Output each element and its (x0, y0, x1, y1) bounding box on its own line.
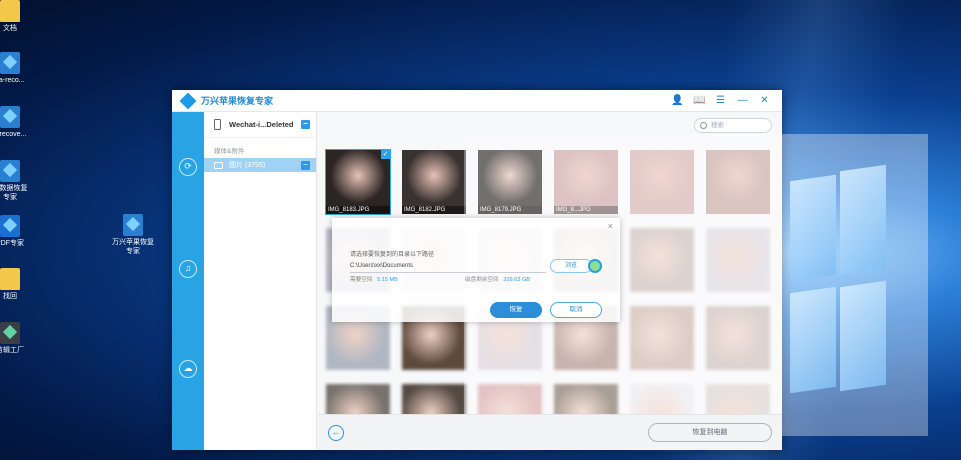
desktop-icon-label: 万兴苹果恢复 专家 (112, 239, 154, 255)
mouse-cursor-icon (588, 259, 602, 273)
selected-check-icon: ✓ (381, 150, 390, 159)
recover-dialog: × 请选择要恢复到的目录以下路径 C:\Users\xx\Documents 浏… (332, 218, 620, 322)
app-icon (0, 52, 20, 74)
app-title: 万兴苹果恢复专家 (201, 96, 274, 106)
desktop-icon[interactable]: ita-reco... (0, 52, 32, 85)
browse-button[interactable]: 浏览 (550, 259, 592, 273)
app-logo-icon (179, 92, 197, 109)
space-info: 需要空间 5.15 MB 磁盘剩余空间 329.63 GB (350, 275, 570, 283)
dialog-close-icon[interactable]: × (608, 221, 613, 231)
app-icon (0, 106, 20, 128)
desktop-icon[interactable]: 文档 (0, 0, 32, 33)
cancel-button[interactable]: 取消 (550, 302, 602, 318)
device-name: Wechat-i...Deleted (229, 120, 294, 129)
app-icon (123, 214, 143, 236)
group-label: 媒体&附件 (214, 148, 245, 155)
title-bar: 万兴苹果恢复专家 👤 📖 ☰ — ✕ (172, 90, 782, 112)
user-icon[interactable]: 👤 (671, 95, 683, 106)
desktop-icon-label: ita-reco... (0, 77, 25, 84)
phone-sync-icon[interactable]: ⟳ (179, 158, 197, 176)
photo-caption: IMG_8183.JPG (326, 206, 390, 214)
needed-space-value: 5.15 MB (377, 277, 398, 283)
device-checkbox[interactable]: − (301, 120, 310, 129)
photos-checkbox[interactable]: − (301, 160, 310, 170)
desktop-icon[interactable]: 兴数据恢复 专家 (0, 160, 32, 202)
desktop-icon[interactable]: 找回 (0, 268, 32, 301)
desktop-icon-label: 兴数据恢复 专家 (0, 185, 28, 201)
desktop-icon-label: s-recove... (0, 131, 27, 138)
recover-to-computer-button[interactable]: 恢复到电脑 (648, 423, 772, 442)
music-icon[interactable]: ♫ (179, 260, 197, 278)
bottom-bar: ← 恢复到电脑 (318, 414, 782, 450)
close-button[interactable]: ✕ (759, 95, 770, 106)
save-path-field[interactable]: C:\Users\xx\Documents (350, 261, 546, 273)
minimize-button[interactable]: — (737, 95, 748, 106)
menu-icon[interactable]: ☰ (715, 95, 726, 106)
dialog-prompt: 请选择要恢复到的目录以下路径 (350, 252, 435, 258)
desktop-icon-label: 找回 (3, 293, 17, 300)
back-button[interactable]: ← (328, 425, 344, 441)
app-icon (0, 322, 20, 344)
desktop-icon-label: PDF专家 (0, 240, 24, 247)
desktop-icon-label: 文档 (3, 25, 17, 32)
device-row[interactable]: Wechat-i...Deleted − (204, 112, 316, 138)
left-nav-bar: ⟳ ♫ ☁ (172, 112, 204, 450)
needed-space-label: 需要空间 (350, 277, 373, 283)
tree-item-photos[interactable]: 图片 (3795) − (204, 158, 316, 172)
desktop-icon[interactable]: s-recove... (0, 106, 32, 139)
desktop-icon[interactable]: 万兴苹果恢复 专家 (111, 214, 155, 256)
free-space-value: 329.63 GB (503, 277, 531, 283)
folder-icon (0, 268, 20, 290)
folder-icon (0, 0, 20, 22)
book-icon[interactable]: 📖 (693, 95, 705, 106)
free-space-label: 磁盘剩余空间 (465, 277, 499, 283)
photo-caption: IMG_8182.JPG (402, 206, 466, 214)
search-icon (700, 122, 707, 129)
phone-icon (214, 119, 221, 130)
photo-thumbnail[interactable]: ✓ IMG_8183.JPG (325, 149, 391, 215)
recover-button[interactable]: 恢复 (490, 302, 542, 318)
app-icon (0, 215, 20, 237)
tree-item-label: 图片 (3795) (229, 162, 266, 169)
camera-icon (214, 161, 223, 169)
category-tree: Wechat-i...Deleted − 媒体&附件 图片 (3795) − (204, 112, 317, 450)
desktop-icon[interactable]: 剪辑工厂 (0, 322, 32, 355)
desktop-icon[interactable]: PDF专家 (0, 215, 32, 248)
cloud-icon[interactable]: ☁ (179, 360, 197, 378)
desktop-icon-label: 剪辑工厂 (0, 347, 24, 354)
search-input[interactable]: 搜索 (694, 118, 772, 133)
photo-thumbnail[interactable]: IMG_8182.JPG (402, 150, 466, 214)
app-icon (0, 160, 20, 182)
